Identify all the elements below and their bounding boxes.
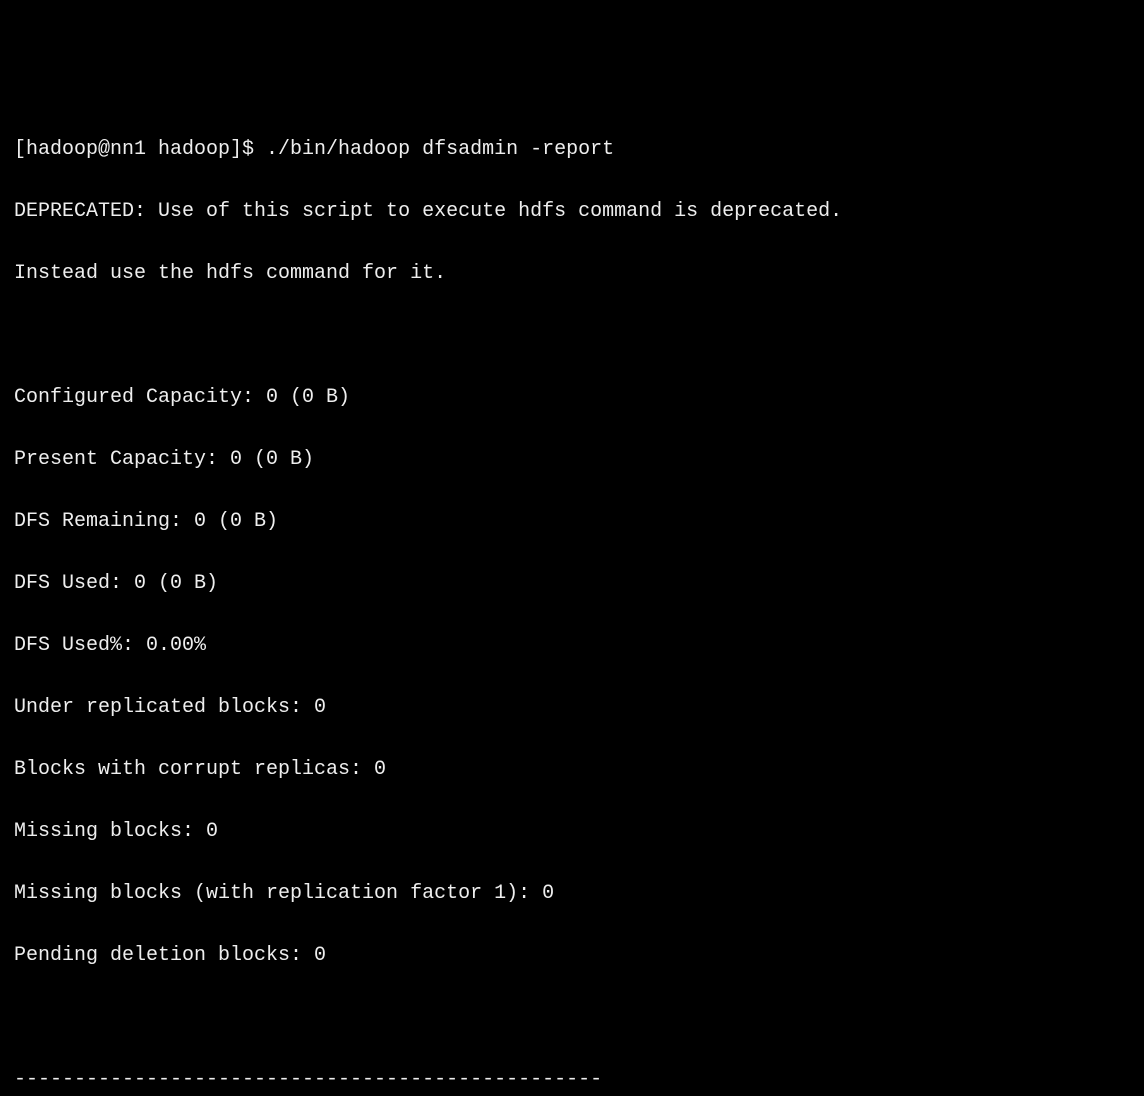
output-line: DFS Used%: 0.00% (14, 630, 1130, 661)
output-line: Missing blocks: 0 (14, 816, 1130, 847)
output-line: Under replicated blocks: 0 (14, 692, 1130, 723)
output-line: Pending deletion blocks: 0 (14, 940, 1130, 971)
output-line: DFS Used: 0 (0 B) (14, 568, 1130, 599)
output-line: Configured Capacity: 0 (0 B) (14, 382, 1130, 413)
output-line: DEPRECATED: Use of this script to execut… (14, 196, 1130, 227)
separator-line: ----------------------------------------… (14, 1064, 1130, 1095)
output-line: Missing blocks (with replication factor … (14, 878, 1130, 909)
blank-line (14, 1002, 1130, 1033)
output-line: Present Capacity: 0 (0 B) (14, 444, 1130, 475)
output-line: DFS Remaining: 0 (0 B) (14, 506, 1130, 537)
command-text: ./bin/hadoop dfsadmin -report (266, 138, 614, 161)
output-line: Instead use the hdfs command for it. (14, 258, 1130, 289)
blank-line (14, 320, 1130, 351)
output-line: Blocks with corrupt replicas: 0 (14, 754, 1130, 785)
shell-prompt: [hadoop@nn1 hadoop]$ (14, 138, 266, 161)
prompt-line[interactable]: [hadoop@nn1 hadoop]$ ./bin/hadoop dfsadm… (14, 134, 1130, 165)
